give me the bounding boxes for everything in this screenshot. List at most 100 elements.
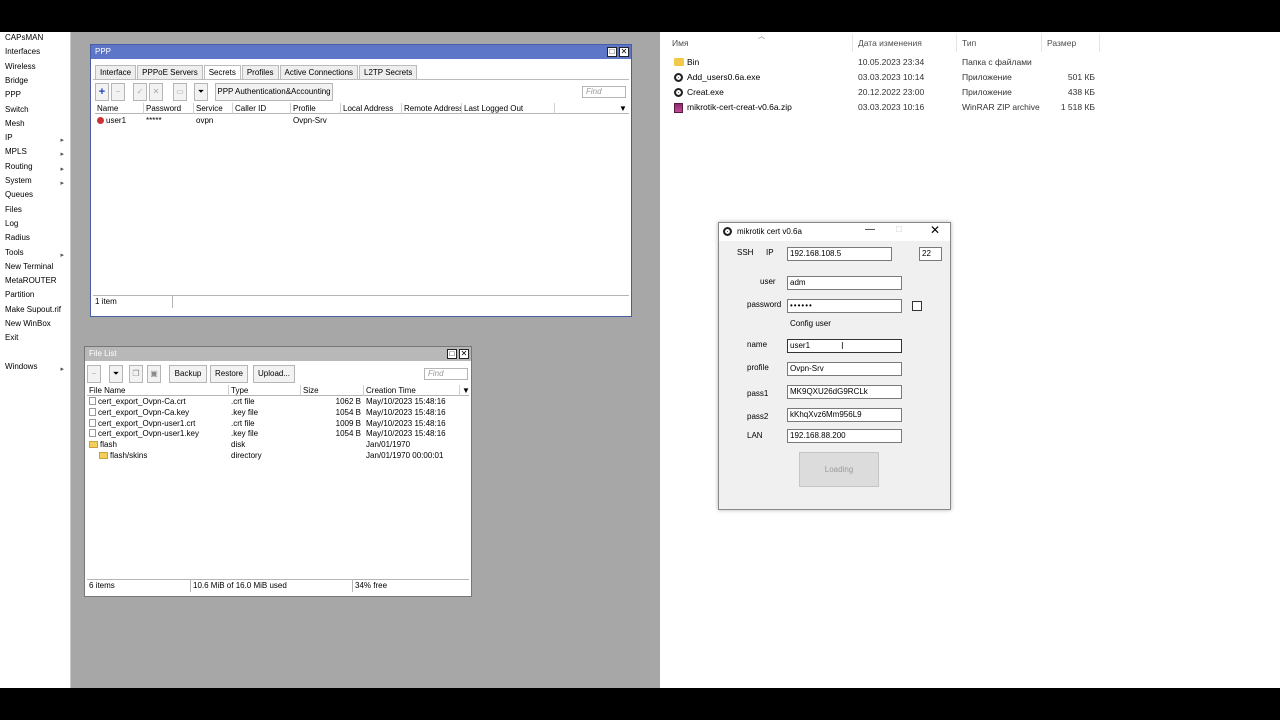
explorer-file-row[interactable]: mikrotik-cert-creat-v0.6a.zip 03.03.2023 …	[660, 100, 1280, 114]
maximize-icon[interactable]: □	[607, 47, 617, 57]
column-header-size[interactable]: Size	[301, 385, 364, 396]
paste-icon[interactable]: ▣	[147, 365, 161, 383]
sidebar-item-windows[interactable]: Windows ▸	[0, 360, 70, 374]
copy-icon[interactable]: ❐	[129, 365, 143, 383]
close-icon[interactable]: ✕	[619, 47, 629, 57]
table-row[interactable]: user1 ***** ovpn Ovpn-Srv	[95, 115, 629, 126]
tab-profiles[interactable]: Profiles	[241, 65, 279, 79]
column-header-password[interactable]: Password	[144, 103, 194, 114]
table-row[interactable]: cert_export_Ovpn-user1.key .key file 1054 …	[87, 428, 469, 439]
sidebar-item-metarouter[interactable]: MetaROUTER	[0, 274, 70, 288]
pass2-input[interactable]: kKhqXvz6Mm956L9	[787, 408, 902, 422]
close-icon[interactable]: ✕	[930, 223, 940, 237]
tab-l2tp-secrets[interactable]: L2TP Secrets	[359, 65, 418, 79]
table-row[interactable]: flash disk Jan/01/1970	[87, 439, 469, 450]
column-header-date[interactable]: Дата изменения	[858, 38, 922, 48]
column-header-creation-time[interactable]: Creation Time	[364, 385, 460, 396]
ppp-find-input[interactable]: Find	[582, 86, 626, 98]
table-row[interactable]: cert_export_Ovpn-Ca.key .key file 1054 B Ma…	[87, 407, 469, 418]
column-header-local-address[interactable]: Local Address	[341, 103, 402, 114]
column-header-service[interactable]: Service	[194, 103, 233, 114]
file-find-input[interactable]: Find	[424, 368, 468, 380]
column-header-name[interactable]: Name	[95, 103, 144, 114]
show-password-checkbox[interactable]	[912, 301, 922, 311]
sidebar-item-ppp[interactable]: PPP	[0, 88, 70, 102]
tab-secrets[interactable]: Secrets	[203, 65, 241, 79]
table-row[interactable]: cert_export_Ovpn-Ca.crt .crt file 1062 B Ma…	[87, 396, 469, 407]
sidebar-item-bridge[interactable]: Bridge	[0, 74, 70, 88]
ppp-auth-accounting-button[interactable]: PPP Authentication&Accounting	[215, 83, 333, 101]
explorer-file-row[interactable]: Bin 10.05.2023 23:34 Папка с файлами	[660, 55, 1280, 69]
sidebar-item-system[interactable]: System ▸	[0, 174, 70, 188]
sidebar-item-log[interactable]: Log	[0, 217, 70, 231]
column-header-remote-address[interactable]: Remote Address	[402, 103, 462, 114]
sidebar-item-queues[interactable]: Queues	[0, 188, 70, 202]
lan-input[interactable]: 192.168.88.200	[787, 429, 902, 443]
filter-icon[interactable]: ⏷	[194, 83, 208, 101]
sidebar-item-ip[interactable]: IP ▸	[0, 131, 70, 145]
sidebar-item-mpls[interactable]: MPLS ▸	[0, 145, 70, 159]
sidebar-item-exit[interactable]: Exit	[0, 331, 70, 345]
restore-button[interactable]: Restore	[210, 365, 248, 383]
sidebar-item-radius[interactable]: Radius	[0, 231, 70, 245]
comment-button[interactable]: ▭	[173, 83, 187, 101]
user-input[interactable]: adm	[787, 276, 902, 290]
sort-indicator-icon: ︿	[758, 33, 765, 40]
sidebar-item-mesh[interactable]: Mesh	[0, 117, 70, 131]
ppp-table-header: Name Password Service Caller ID Profile Local…	[95, 103, 629, 114]
filter-icon[interactable]: ⏷	[109, 365, 123, 383]
upload-button[interactable]: Upload...	[253, 365, 295, 383]
disable-button[interactable]: ✕	[149, 83, 163, 101]
tab-interface[interactable]: Interface	[95, 65, 137, 79]
remove-button[interactable]: −	[111, 83, 125, 101]
remove-button[interactable]: −	[87, 365, 101, 383]
column-header-type[interactable]: Тип	[962, 38, 976, 48]
column-header-name[interactable]: Имя	[672, 38, 689, 48]
sidebar-item-interfaces[interactable]: Interfaces	[0, 45, 70, 59]
column-header-last-logged-out[interactable]: Last Logged Out	[462, 103, 555, 114]
column-header-caller-id[interactable]: Caller ID	[233, 103, 291, 114]
table-row[interactable]: cert_export_Ovpn-user1.crt .crt file 1009 …	[87, 418, 469, 429]
enable-button[interactable]: ✓	[133, 83, 147, 101]
profile-input[interactable]: Ovpn-Srv	[787, 362, 902, 376]
ppp-window-titlebar[interactable]: PPP □ ✕	[91, 45, 631, 59]
maximize-icon[interactable]: □	[447, 349, 457, 359]
sidebar-item-switch[interactable]: Switch	[0, 103, 70, 117]
sidebar-item-label: Mesh	[5, 118, 25, 128]
column-menu-chevron-icon[interactable]: ▼	[460, 385, 469, 396]
chevron-right-icon: ▸	[60, 365, 64, 373]
ip-input[interactable]: 192.168.108.5	[787, 247, 892, 261]
sidebar-item-partition[interactable]: Partition	[0, 288, 70, 302]
sidebar-item-capsman[interactable]: CAPsMAN	[0, 32, 70, 45]
port-input[interactable]: 22	[919, 247, 942, 261]
sidebar-item-new-terminal[interactable]: New Terminal	[0, 260, 70, 274]
column-header-profile[interactable]: Profile	[291, 103, 341, 114]
minimize-icon[interactable]: —	[865, 224, 875, 235]
sidebar-item-files[interactable]: Files	[0, 203, 70, 217]
sidebar-item-new-winbox[interactable]: New WinBox	[0, 317, 70, 331]
sidebar-item-tools[interactable]: Tools ▸	[0, 246, 70, 260]
sidebar-item-make-supout-rif[interactable]: Make Supout.rif	[0, 303, 70, 317]
column-header-size[interactable]: Размер	[1047, 38, 1076, 48]
explorer-file-row[interactable]: Add_users0.6a.exe 03.03.2023 10:14 Приложе…	[660, 70, 1280, 84]
loading-button[interactable]: Loading	[799, 452, 879, 487]
sidebar-item-wireless[interactable]: Wireless	[0, 60, 70, 74]
table-row[interactable]: flash/skins directory Jan/01/1970 00:00:01	[87, 450, 469, 461]
password-input[interactable]: ••••••	[787, 299, 902, 313]
tab-active-connections[interactable]: Active Connections	[279, 65, 359, 79]
column-menu-chevron-icon[interactable]: ▼	[615, 103, 629, 114]
add-button[interactable]: +	[95, 83, 109, 101]
column-header-file-name[interactable]: File Name	[87, 385, 229, 396]
dialog-titlebar[interactable]: mikrotik cert v0.6a — □ ✕	[719, 223, 950, 241]
tab-pppoe-servers[interactable]: PPPoE Servers	[137, 65, 203, 79]
backup-button[interactable]: Backup	[169, 365, 207, 383]
file-size: 1 518 КБ	[1060, 102, 1095, 112]
name-input[interactable]: user1	[787, 339, 902, 353]
explorer-file-row[interactable]: Creat.exe 20.12.2022 23:00 Приложение 438 К…	[660, 85, 1280, 99]
sidebar-item-routing[interactable]: Routing ▸	[0, 160, 70, 174]
file-list-titlebar[interactable]: File List □ ✕	[85, 347, 471, 361]
pass1-input[interactable]: MK9QXU26dG9RCLk	[787, 385, 902, 399]
close-icon[interactable]: ✕	[459, 349, 469, 359]
table-cell-text: user1	[106, 116, 127, 125]
column-header-type[interactable]: Type	[229, 385, 301, 396]
